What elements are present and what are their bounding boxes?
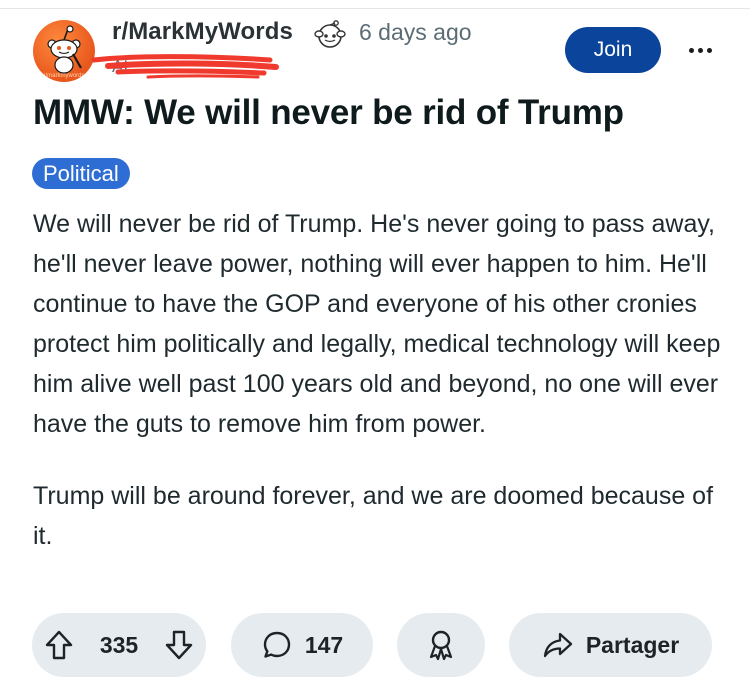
downvote-icon[interactable]: [164, 629, 194, 661]
avatar-caption: r/markmywords: [43, 73, 84, 79]
subreddit-avatar[interactable]: r/markmywords: [33, 20, 95, 82]
post-flair[interactable]: Political: [32, 158, 130, 189]
join-button[interactable]: Join: [565, 27, 661, 73]
comment-icon: [261, 629, 293, 661]
post-title[interactable]: MMW: We will never be rid of Trump: [33, 93, 624, 133]
community-badge-icon: [314, 20, 346, 48]
award-button[interactable]: [397, 613, 485, 677]
dot: [688, 47, 694, 53]
post-time: 6 days ago: [359, 19, 472, 45]
dot: [697, 47, 703, 53]
share-icon: [542, 630, 574, 660]
redaction-scribble: [91, 54, 279, 79]
post-body: We will never be rid of Trump. He's neve…: [33, 204, 723, 588]
more-options-icon[interactable]: [680, 30, 720, 70]
comment-count: 147: [304, 631, 344, 658]
share-button[interactable]: Partager: [509, 613, 712, 677]
award-icon: [425, 628, 457, 662]
comments-button[interactable]: 147: [231, 613, 373, 677]
body-paragraph: We will never be rid of Trump. He's neve…: [33, 210, 721, 438]
vote-bar: 335: [32, 613, 206, 677]
snoo-avatar-icon: r/markmywords: [43, 25, 85, 79]
dot: [706, 47, 712, 53]
body-paragraph: Trump will be around forever, and we are…: [33, 482, 714, 550]
subreddit-name[interactable]: r/MarkMyWords: [112, 18, 293, 46]
share-label: Partager: [585, 631, 680, 658]
vote-count: 335: [99, 631, 139, 658]
upvote-icon[interactable]: [44, 629, 74, 661]
top-divider: [0, 8, 750, 9]
